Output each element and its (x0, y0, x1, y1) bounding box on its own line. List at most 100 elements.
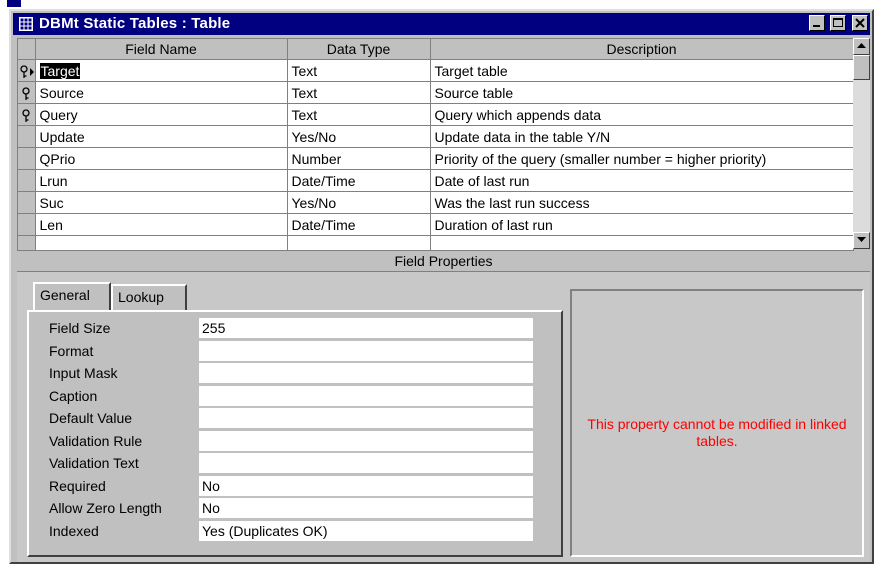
row-selector[interactable] (18, 59, 36, 82)
maximize-button[interactable] (830, 15, 847, 31)
description-cell[interactable]: Priority of the query (smaller number = … (430, 147, 853, 170)
data-type-cell[interactable]: Text (287, 103, 431, 126)
property-label: Allow Zero Length (49, 500, 162, 516)
tab-general[interactable]: General (33, 282, 111, 310)
data-type-cell[interactable]: Yes/No (287, 125, 431, 148)
property-label: Format (49, 342, 94, 359)
property-value-field[interactable] (199, 453, 533, 473)
grid-header-row: Field Name Data Type Description (18, 39, 853, 60)
data-type-cell[interactable]: Date/Time (287, 213, 431, 236)
property-value-field[interactable] (199, 340, 533, 361)
field-name-cell[interactable]: Lrun (35, 169, 288, 192)
table-row[interactable]: Len Date/Time Duration of last run (18, 213, 853, 236)
property-row: Validation Rule (39, 430, 559, 452)
header-field-name[interactable]: Field Name (35, 39, 288, 60)
table-row[interactable]: Lrun Date/Time Date of last run (18, 169, 853, 192)
property-row: Caption (39, 385, 559, 407)
row-selector[interactable] (18, 103, 36, 126)
field-name-cell[interactable]: Len (35, 213, 288, 236)
scroll-up-button[interactable] (853, 38, 870, 55)
property-label: Required (49, 477, 106, 494)
property-value-field[interactable] (199, 408, 533, 428)
close-button[interactable] (852, 15, 868, 31)
property-value-field[interactable]: 255 (199, 318, 533, 338)
property-label: Validation Rule (49, 432, 143, 449)
row-selector[interactable] (18, 125, 36, 148)
field-properties-pane: General Lookup Field Size 255 Format Input … (17, 272, 870, 562)
row-selector[interactable] (18, 191, 36, 214)
description-cell[interactable]: Query which appends data (430, 103, 853, 126)
field-name-text: Target (39, 62, 81, 79)
row-selector[interactable] (18, 81, 36, 104)
description-cell[interactable]: Target table (430, 59, 853, 82)
field-name-cell[interactable]: Target (35, 59, 288, 82)
title-bar[interactable]: DBMt Static Tables : Table (13, 13, 870, 35)
header-data-type[interactable]: Data Type (287, 39, 431, 60)
table-row[interactable]: Update Yes/No Update data in the table Y/N (18, 125, 853, 148)
property-value-field[interactable]: No (199, 475, 533, 496)
grid-scrollbar[interactable] (853, 38, 870, 249)
table-row[interactable]: Query Text Query which appends data (18, 103, 853, 126)
table-row[interactable]: QPrio Number Priority of the query (smalle… (18, 147, 853, 170)
data-type-cell[interactable] (287, 235, 431, 250)
property-help-box: This property cannot be modified in link… (570, 289, 864, 557)
minimize-button[interactable] (808, 15, 825, 31)
property-label: Input Mask (49, 365, 118, 381)
description-cell[interactable]: Source table (430, 81, 853, 104)
primary-key-icon (20, 64, 28, 78)
description-cell[interactable]: Duration of last run (430, 213, 853, 236)
field-name-cell[interactable] (35, 235, 288, 250)
primary-key-icon (22, 108, 30, 122)
property-value-field[interactable] (199, 385, 533, 406)
row-selector[interactable] (18, 235, 36, 250)
table-row[interactable]: Target Text Target table (18, 59, 853, 82)
description-cell[interactable]: Update data in the table Y/N (430, 125, 853, 148)
property-value-field[interactable]: Yes (Duplicates OK) (199, 520, 533, 541)
property-row: Indexed Yes (Duplicates OK) (39, 520, 559, 542)
arrow-up-icon (857, 43, 866, 48)
description-cell[interactable] (430, 235, 853, 250)
property-label: Default Value (49, 410, 133, 426)
header-description[interactable]: Description (430, 39, 853, 60)
data-type-cell[interactable]: Text (287, 59, 431, 82)
description-cell[interactable]: Was the last run success (430, 191, 853, 214)
scroll-down-button[interactable] (853, 232, 870, 249)
table-row[interactable]: Source Text Source table (18, 81, 853, 104)
data-type-cell[interactable]: Date/Time (287, 169, 431, 192)
general-properties-panel: Field Size 255 Format Input Mask Caption Defa… (27, 310, 563, 557)
property-label: Validation Text (49, 455, 139, 471)
property-value-field[interactable] (199, 430, 533, 451)
field-name-cell[interactable]: Query (35, 103, 288, 126)
data-type-cell[interactable]: Number (287, 147, 431, 170)
description-cell[interactable]: Date of last run (430, 169, 853, 192)
minimize-icon (812, 25, 820, 27)
tab-lookup[interactable]: Lookup (111, 284, 187, 310)
data-type-cell[interactable]: Yes/No (287, 191, 431, 214)
field-name-text: QPrio (39, 150, 76, 167)
property-label: Field Size (49, 320, 111, 336)
row-selector[interactable] (18, 213, 36, 236)
scroll-thumb[interactable] (853, 55, 870, 80)
property-value-field[interactable]: No (199, 498, 533, 518)
current-row-arrow-icon (30, 67, 34, 76)
field-name-text: Source (39, 84, 84, 101)
window-title: DBMt Static Tables : Table (39, 15, 231, 32)
property-row: Required No (39, 475, 559, 497)
table-row[interactable]: Suc Yes/No Was the last run success (18, 191, 853, 214)
field-name-cell[interactable]: Suc (35, 191, 288, 214)
field-name-text: Len (39, 216, 63, 233)
row-selector[interactable] (18, 147, 36, 170)
field-properties-title: Field Properties (17, 251, 870, 272)
table-row-partial[interactable] (18, 235, 853, 250)
row-selector[interactable] (18, 169, 36, 192)
property-value-field[interactable] (199, 363, 533, 383)
maximize-icon (833, 18, 844, 27)
property-row: Default Value (39, 408, 559, 429)
field-name-cell[interactable]: QPrio (35, 147, 288, 170)
field-name-cell[interactable]: Source (35, 81, 288, 104)
property-row: Allow Zero Length No (39, 498, 559, 519)
property-row: Field Size 255 (39, 318, 559, 339)
data-type-cell[interactable]: Text (287, 81, 431, 104)
field-name-cell[interactable]: Update (35, 125, 288, 148)
header-selector[interactable] (18, 39, 36, 60)
